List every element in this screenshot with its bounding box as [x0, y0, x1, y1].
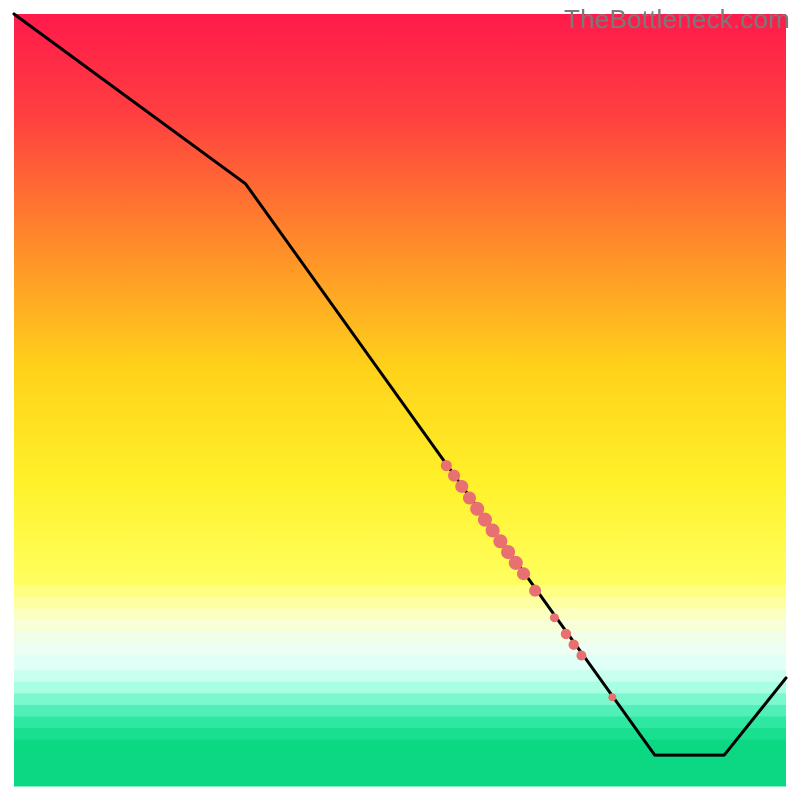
data-marker	[529, 585, 541, 597]
data-marker	[463, 492, 476, 505]
data-marker	[455, 480, 468, 493]
data-marker	[441, 460, 452, 471]
data-marker	[448, 470, 460, 482]
data-marker	[550, 613, 559, 622]
data-marker	[569, 640, 579, 650]
bottleneck-chart: TheBottleneck.com	[0, 0, 800, 800]
watermark-text: TheBottleneck.com	[564, 4, 790, 35]
chart-svg	[0, 0, 800, 800]
data-marker	[561, 629, 571, 639]
data-marker	[576, 651, 586, 661]
data-marker	[517, 567, 530, 580]
data-marker	[608, 693, 616, 701]
data-marker	[509, 556, 523, 570]
